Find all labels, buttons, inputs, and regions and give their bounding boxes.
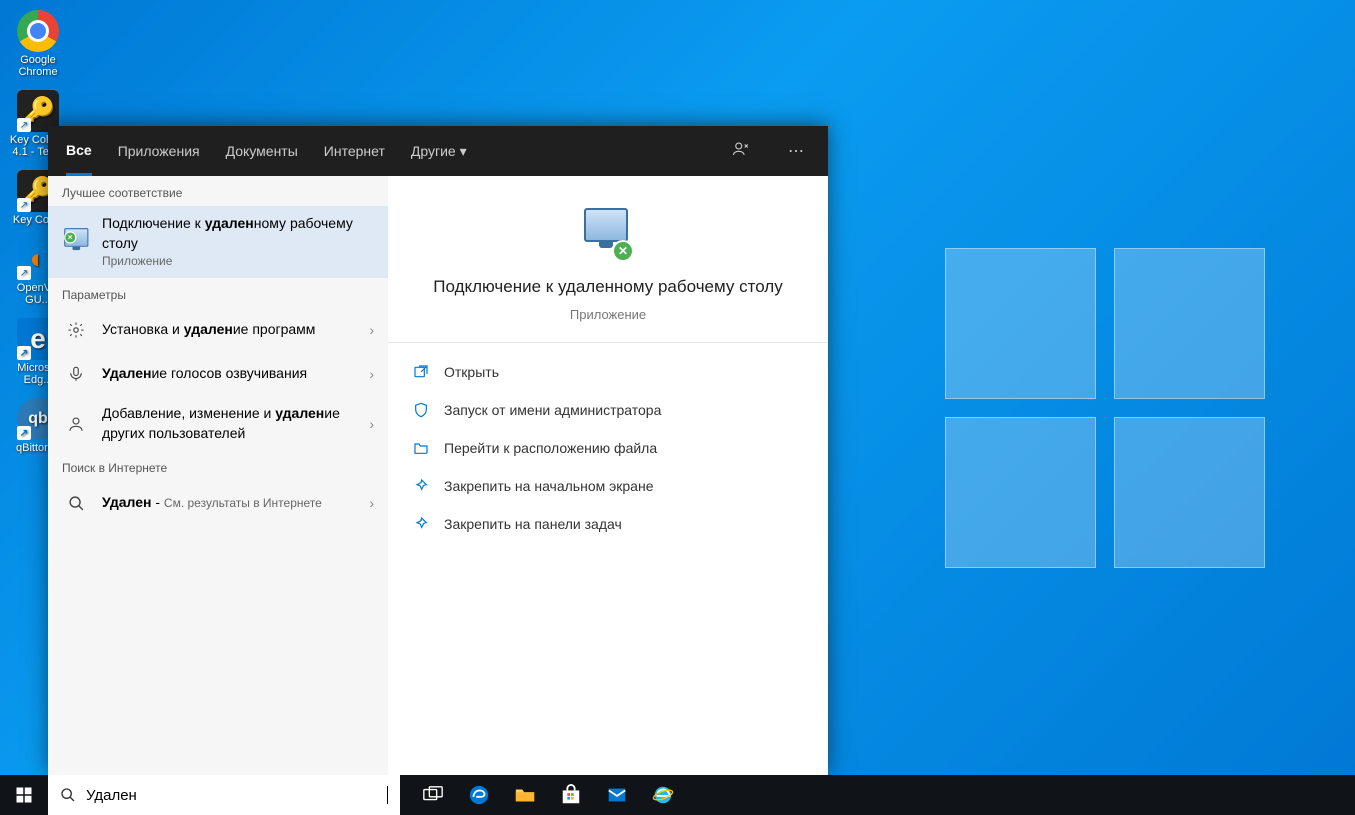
chevron-right-icon: › (361, 322, 374, 338)
search-icon (60, 787, 76, 803)
mic-icon (62, 360, 90, 388)
section-best-match: Лучшее соответствие (48, 176, 388, 206)
chevron-right-icon: › (361, 366, 374, 382)
taskbar-mail[interactable] (594, 775, 640, 815)
folder-icon (412, 439, 430, 457)
section-web: Поиск в Интернете (48, 451, 388, 481)
result-web-0[interactable]: Удален - См. результаты в Интернете › (48, 481, 388, 525)
results-preview-column: ✕ Подключение к удаленному рабочему стол… (388, 176, 828, 775)
user-icon (62, 410, 90, 438)
task-view-button[interactable] (410, 775, 456, 815)
search-icon (62, 489, 90, 517)
preview-app-icon: ✕ (580, 206, 636, 262)
chevron-right-icon: › (361, 416, 374, 432)
action-pin-start[interactable]: Закрепить на начальном экране (388, 467, 828, 505)
preview-subtitle: Приложение (408, 307, 808, 322)
result-best-match[interactable]: ✕ Подключение к удаленному рабочему стол… (48, 206, 388, 278)
search-results-panel: Все Приложения Документы Интернет Другие… (48, 126, 828, 775)
action-file-location[interactable]: Перейти к расположению файла (388, 429, 828, 467)
search-header: Все Приложения Документы Интернет Другие… (48, 126, 828, 176)
results-left-column: Лучшее соответствие ✕ Подключение к удал… (48, 176, 388, 775)
shield-icon (412, 401, 430, 419)
tab-docs[interactable]: Документы (226, 126, 298, 176)
action-run-admin[interactable]: Запуск от имени администратора (388, 391, 828, 429)
tab-all[interactable]: Все (66, 126, 92, 176)
start-button[interactable] (0, 775, 48, 815)
taskbar-store[interactable] (548, 775, 594, 815)
rdc-icon: ✕ (62, 228, 90, 256)
feedback-icon[interactable] (726, 134, 756, 169)
text-cursor (387, 786, 388, 804)
pin-taskbar-icon (412, 515, 430, 533)
taskbar-edge[interactable] (456, 775, 502, 815)
tab-other[interactable]: Другие ▾ (411, 126, 467, 176)
taskbar-explorer[interactable] (502, 775, 548, 815)
chevron-right-icon: › (361, 495, 374, 511)
result-settings-1[interactable]: Удаление голосов озвучивания › (48, 352, 388, 396)
section-settings: Параметры (48, 278, 388, 308)
taskbar-ie[interactable] (640, 775, 686, 815)
gear-icon (62, 316, 90, 344)
open-icon (412, 363, 430, 381)
tab-internet[interactable]: Интернет (324, 126, 385, 176)
preview-title: Подключение к удаленному рабочему столу (408, 276, 808, 299)
search-input[interactable] (86, 787, 377, 804)
action-open[interactable]: Открыть (388, 353, 828, 391)
preview-actions: Открыть Запуск от имени администратора П… (388, 343, 828, 553)
taskbar-search-box[interactable] (48, 775, 400, 815)
pin-start-icon (412, 477, 430, 495)
windows-logo-wallpaper (945, 248, 1265, 568)
result-settings-0[interactable]: Установка и удаление программ › (48, 308, 388, 352)
desktop-icon-chrome[interactable]: Google Chrome (6, 10, 70, 78)
tab-apps[interactable]: Приложения (118, 126, 200, 176)
result-settings-2[interactable]: Добавление, изменение и удаление других … (48, 396, 388, 451)
taskbar (0, 775, 1355, 815)
more-icon[interactable]: ⋯ (782, 135, 810, 167)
action-pin-taskbar[interactable]: Закрепить на панели задач (388, 505, 828, 543)
